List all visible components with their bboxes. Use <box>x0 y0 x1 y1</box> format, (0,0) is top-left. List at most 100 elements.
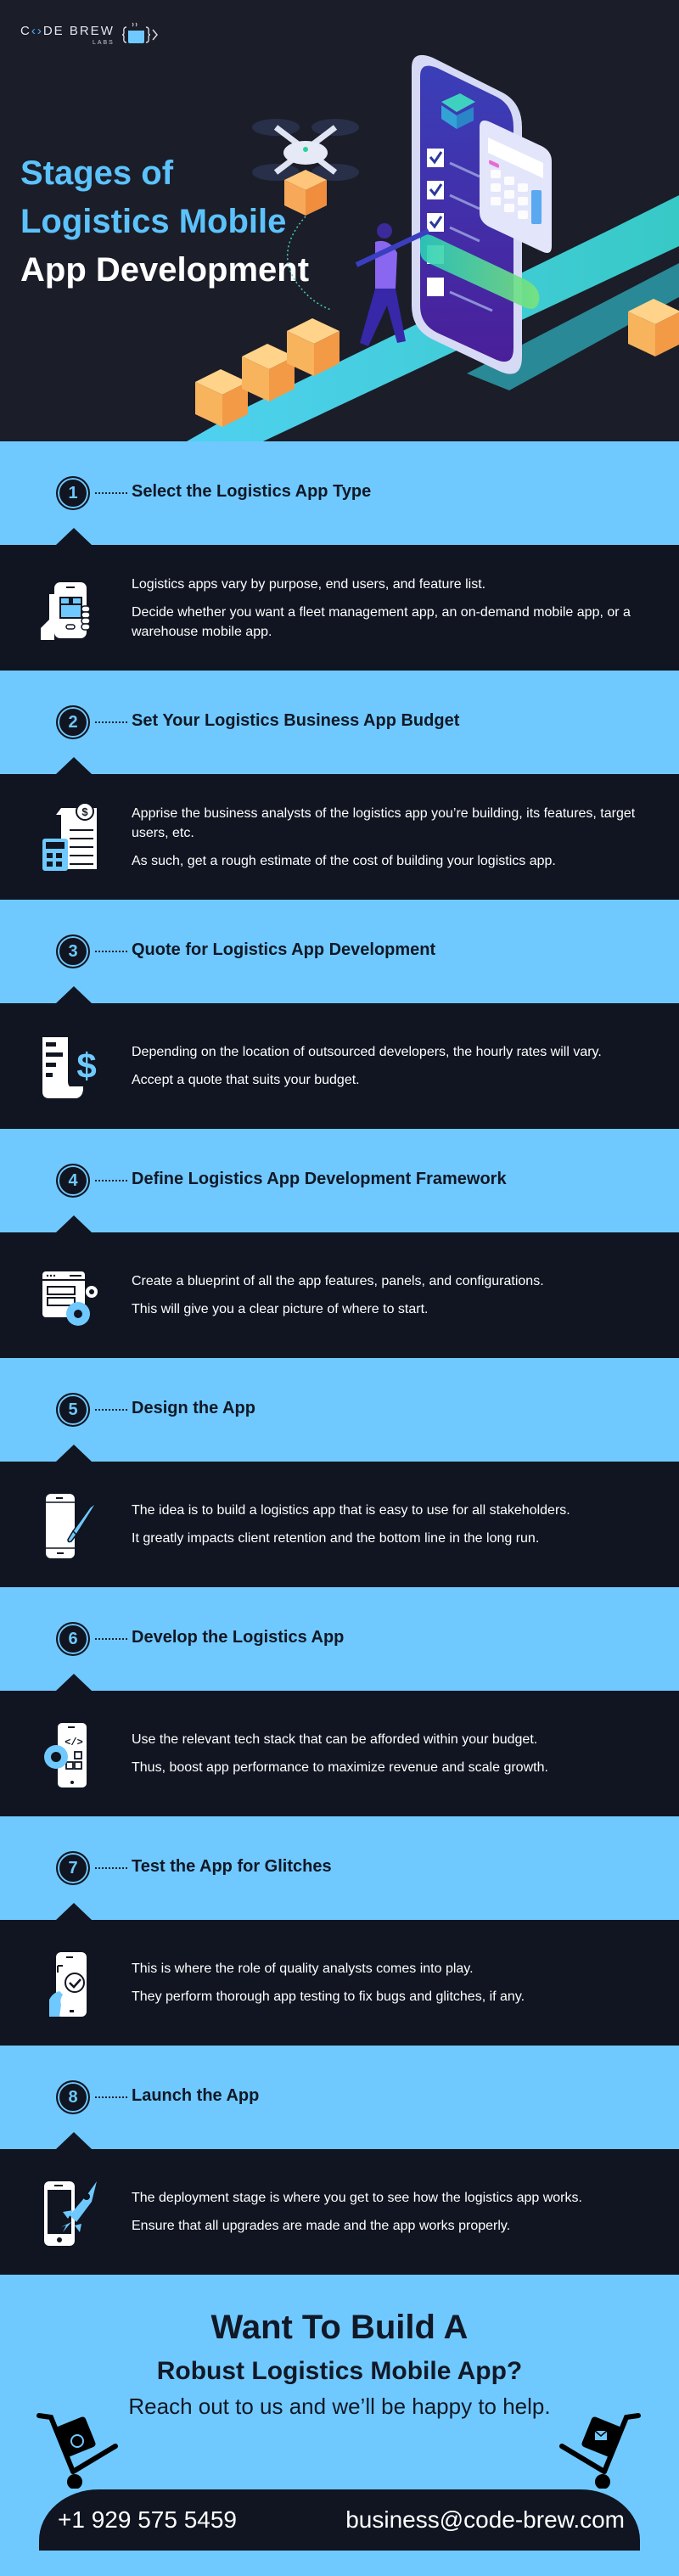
step-header-band: 7 Test the App for Glitches <box>0 1816 679 1920</box>
brand-code-brackets-icon: ‹› <box>31 23 43 38</box>
step-2: 2 Set Your Logistics Business App Budget… <box>0 671 679 900</box>
step-5: 5 Design the App The idea is to build a … <box>0 1358 679 1587</box>
step-description: The deployment stage is where you get to… <box>132 2149 649 2275</box>
step-body: Logistics apps vary by purpose, end user… <box>0 545 679 671</box>
step-body: $ Apprise the business analysts of the l… <box>0 774 679 900</box>
step-header-band: 1 Select the Logistics App Type <box>0 441 679 545</box>
hand-truck-mail-icon <box>559 2413 641 2489</box>
step-paragraph: Apprise the business analysts of the log… <box>132 805 636 840</box>
step-paragraph: Thus, boost app performance to maximize … <box>132 1760 548 1775</box>
step-paragraph: Decide whether you want a fleet manageme… <box>132 604 631 639</box>
step-paragraph: Depending on the location of outsourced … <box>132 1045 602 1059</box>
brand-sub: LABS <box>92 39 115 46</box>
brand-logo[interactable]: C‹›DE BREW LABS <box>20 20 159 49</box>
dotted-connector <box>95 2096 127 2098</box>
step-body: The deployment stage is where you get to… <box>0 2149 679 2275</box>
dotted-connector <box>95 721 127 723</box>
brand-name-end: DE BREW <box>42 23 115 38</box>
step-body: This is where the role of quality analys… <box>0 1920 679 2046</box>
pointer-triangle <box>56 757 92 774</box>
phone-rocket-icon <box>44 2181 97 2246</box>
step-header-band: 4 Define Logistics App Development Frame… <box>0 1129 679 1232</box>
step-description: Logistics apps vary by purpose, end user… <box>132 545 649 671</box>
step-header-band: 5 Design the App <box>0 1358 679 1462</box>
pointer-triangle <box>56 2132 92 2149</box>
step-paragraph: Ensure that all upgrades are made and th… <box>132 2219 511 2233</box>
step-title: Select the Logistics App Type <box>132 482 372 501</box>
step-7: 7 Test the App for Glitches This is wher… <box>0 1816 679 2046</box>
step-8: 8 Launch the App The deployment stage is… <box>0 2046 679 2275</box>
step-paragraph: This will give you a clear picture of wh… <box>132 1302 429 1316</box>
coffee-cup-braces-icon <box>121 22 158 43</box>
brand-wordmark: C‹›DE BREW LABS <box>20 25 115 46</box>
phone-code-gear-icon: </> <box>44 1723 87 1787</box>
infographic-page: C‹›DE BREW LABS Stages of Logistics Mobi… <box>0 0 679 2576</box>
step-title: Quote for Logistics App Development <box>132 940 436 959</box>
step-header-band: 6 Develop the Logistics App <box>0 1587 679 1691</box>
isometric-phone-drone-boxes-illustration <box>187 54 679 441</box>
email-link[interactable]: business@code-brew.com <box>345 2506 625 2534</box>
browser-window-gears-icon <box>42 1271 98 1326</box>
step-description: Use the relevant tech stack that can be … <box>132 1691 649 1816</box>
drone-illustration <box>252 119 359 311</box>
hand-truck-phone-icon <box>36 2413 118 2489</box>
phone-link[interactable]: +1 929 575 5459 <box>58 2506 237 2534</box>
step-number-badge: 7 <box>56 1851 90 1885</box>
step-description: Create a blueprint of all the app featur… <box>132 1232 649 1358</box>
contact-bar: +1 929 575 5459 business@code-brew.com <box>39 2489 640 2551</box>
step-header-band: 8 Launch the App <box>0 2046 679 2149</box>
pointer-triangle <box>56 528 92 545</box>
step-header-band: 3 Quote for Logistics App Development <box>0 900 679 1003</box>
step-paragraph: Logistics apps vary by purpose, end user… <box>132 576 486 592</box>
svg-text:$: $ <box>81 805 88 818</box>
pointer-triangle <box>56 1215 92 1232</box>
dotted-connector <box>95 951 127 952</box>
step-4: 4 Define Logistics App Development Frame… <box>0 1129 679 1358</box>
step-number-badge: 3 <box>56 934 90 968</box>
svg-text:$: $ <box>76 1046 96 1086</box>
brand-name-start: C <box>20 23 31 38</box>
step-title: Test the App for Glitches <box>132 1857 332 1876</box>
step-number-badge: 4 <box>56 1164 90 1198</box>
svg-text:</>: </> <box>65 1737 83 1748</box>
cta-section: Want To Build A Robust Logistics Mobile … <box>0 2275 679 2576</box>
step-number-badge: 2 <box>56 705 90 739</box>
dotted-connector <box>95 1180 127 1181</box>
step-description: Depending on the location of outsourced … <box>132 1003 649 1129</box>
phone-check-hand-icon <box>49 1952 87 2017</box>
phone-paintbrush-icon <box>46 1494 98 1558</box>
step-number-badge: 8 <box>56 2080 90 2114</box>
pointer-triangle <box>56 1445 92 1462</box>
dotted-connector <box>95 1867 127 1869</box>
step-title: Design the App <box>132 1399 255 1417</box>
step-paragraph: Create a blueprint of all the app featur… <box>132 1274 544 1288</box>
step-paragraph: This is where the role of quality analys… <box>132 1961 474 1976</box>
budget-calculator-document-icon: $ <box>42 802 97 871</box>
step-1: 1 Select the Logistics App Type Logistic… <box>0 441 679 671</box>
hand-holding-phone-box-icon <box>41 582 91 640</box>
step-paragraph: Accept a quote that suits your budget. <box>132 1073 360 1087</box>
step-paragraph: The idea is to build a logistics app tha… <box>132 1503 570 1518</box>
step-paragraph: They perform thorough app testing to fix… <box>132 1990 525 2004</box>
step-title: Launch the App <box>132 2086 260 2105</box>
step-description: Apprise the business analysts of the log… <box>132 774 649 900</box>
step-header-band: 2 Set Your Logistics Business App Budget <box>0 671 679 774</box>
step-title: Set Your Logistics Business App Budget <box>132 711 460 730</box>
dotted-connector <box>95 492 127 494</box>
step-title: Develop the Logistics App <box>132 1628 345 1647</box>
step-3: 3 Quote for Logistics App Development $ … <box>0 900 679 1129</box>
step-body: The idea is to build a logistics app tha… <box>0 1462 679 1587</box>
step-paragraph: It greatly impacts client retention and … <box>132 1531 540 1546</box>
step-body: Create a blueprint of all the app featur… <box>0 1232 679 1358</box>
pointer-triangle <box>56 1903 92 1920</box>
step-paragraph: Use the relevant tech stack that can be … <box>132 1732 538 1747</box>
pointer-triangle <box>56 986 92 1003</box>
step-number-badge: 5 <box>56 1393 90 1427</box>
step-paragraph: The deployment stage is where you get to… <box>132 2191 582 2205</box>
dotted-connector <box>95 1409 127 1411</box>
step-body: </> Use the relevant tech stack that can… <box>0 1691 679 1816</box>
invoice-dollar-icon: $ <box>42 1037 97 1098</box>
step-6: 6 Develop the Logistics App </> Use the … <box>0 1587 679 1816</box>
step-number-badge: 1 <box>56 476 90 510</box>
hero-section: C‹›DE BREW LABS Stages of Logistics Mobi… <box>0 0 679 441</box>
